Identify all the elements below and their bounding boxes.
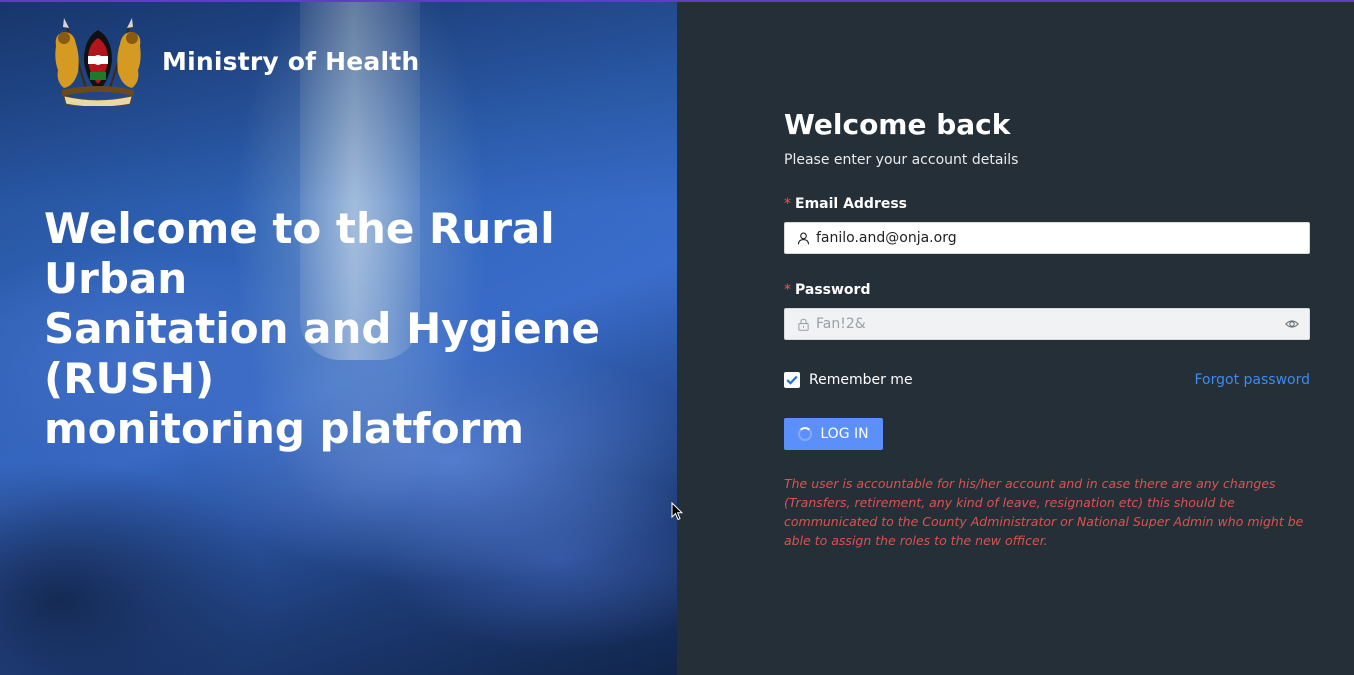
required-mark: * bbox=[784, 282, 791, 298]
password-label: * Password bbox=[784, 282, 871, 298]
password-field[interactable] bbox=[784, 308, 1310, 340]
brand-name: Ministry of Health bbox=[162, 46, 420, 76]
top-accent-strip bbox=[0, 0, 1354, 2]
eye-icon[interactable] bbox=[1285, 317, 1299, 331]
remember-row: Remember me Forgot password bbox=[784, 372, 1310, 388]
hero-title-line: monitoring platform bbox=[44, 404, 525, 453]
loading-spinner-icon bbox=[798, 427, 813, 441]
login-heading: Welcome back bbox=[784, 108, 1011, 141]
mouse-cursor-icon bbox=[671, 502, 683, 521]
email-field[interactable] bbox=[784, 222, 1310, 254]
checkbox-checked-icon[interactable] bbox=[784, 372, 800, 388]
brand-header: Ministry of Health bbox=[50, 16, 419, 106]
required-mark: * bbox=[784, 196, 791, 212]
login-subtitle: Please enter your account details bbox=[784, 152, 1019, 168]
email-input[interactable] bbox=[816, 230, 1299, 246]
email-label: * Email Address bbox=[784, 196, 908, 212]
hero-title-line: (RUSH) bbox=[44, 354, 215, 403]
lock-icon bbox=[798, 318, 809, 331]
login-form: Welcome back Please enter your account d… bbox=[784, 106, 1310, 550]
accountability-notice: The user is accountable for his/her acco… bbox=[784, 476, 1304, 548]
hero-title: Welcome to the Rural Urban Sanitation an… bbox=[44, 204, 604, 454]
login-button[interactable]: LOG IN bbox=[784, 418, 883, 450]
hero-title-line: Sanitation and Hygiene bbox=[44, 304, 600, 353]
forgot-password-link[interactable]: Forgot password bbox=[1195, 372, 1311, 388]
user-icon bbox=[797, 232, 810, 244]
hero-title-line: Welcome to the Rural bbox=[44, 204, 555, 253]
remember-me-label: Remember me bbox=[809, 372, 913, 388]
password-input[interactable] bbox=[816, 316, 1279, 332]
login-button-label: LOG IN bbox=[820, 426, 869, 442]
hero-title-line: Urban bbox=[44, 254, 188, 303]
login-panel: Welcome back Please enter your account d… bbox=[677, 0, 1354, 675]
hero-panel: Ministry of Health Welcome to the Rural … bbox=[0, 0, 677, 675]
remember-me-checkbox[interactable]: Remember me bbox=[784, 372, 913, 388]
coat-of-arms-icon bbox=[55, 18, 141, 106]
